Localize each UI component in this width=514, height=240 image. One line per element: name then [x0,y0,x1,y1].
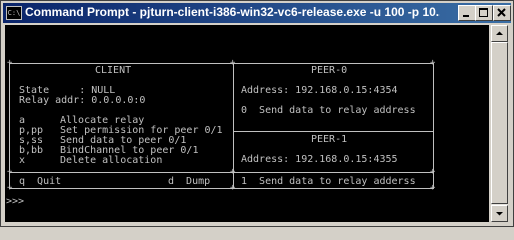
peer0-header: PEER-0 [311,65,348,76]
close-icon [497,8,506,17]
corner-mark: + [7,183,13,193]
arrow-up-icon [496,31,503,35]
scroll-up-button[interactable] [491,25,508,42]
corner-mark: + [230,58,236,68]
close-button[interactable] [493,5,511,21]
corner-mark: + [430,167,436,177]
peer0-address: Address: 192.168.0.15:4354 [241,85,398,96]
peer0-action: 0 Send data to relay address [241,105,416,116]
frame-top-border [9,63,433,64]
client-relay-addr: Relay addr: 0.0.0.0:0 [19,95,146,106]
peer1-action: 1 Send data to relay adderss [241,176,416,187]
dump-hint: d Dump [168,176,211,187]
console-output[interactable]: + + + + + + + + + CLIENT State : NULL Re… [5,25,489,222]
corner-mark: + [7,167,13,177]
corner-mark: + [230,167,236,177]
menu-key: x [19,155,26,166]
minimize-icon [463,15,469,17]
frame-middle-border [9,172,433,173]
peer-divider [233,131,433,132]
peer1-header: PEER-1 [311,134,348,145]
console-app-icon[interactable]: C:\ [6,6,22,20]
window-title: Command Prompt - pjturn-client-i386-win3… [25,5,440,19]
scroll-down-button[interactable] [491,205,508,222]
corner-mark: + [7,58,13,68]
arrow-down-icon [496,212,503,216]
vertical-scrollbar[interactable] [491,25,508,222]
corner-mark: + [230,183,236,193]
command-prompt[interactable]: >>> [6,197,24,207]
corner-mark: + [430,58,436,68]
menu-label: Delete allocation [60,155,163,166]
maximize-button[interactable] [475,5,493,21]
peer1-address: Address: 192.168.0.15:4355 [241,154,398,165]
client-header: CLIENT [95,65,132,76]
title-bar[interactable]: C:\ Command Prompt - pjturn-client-i386-… [3,3,511,23]
frame-bottom-border [9,188,433,189]
quit-hint: q Quit [19,176,62,187]
scroll-thumb[interactable] [491,42,508,204]
command-prompt-window: C:\ Command Prompt - pjturn-client-i386-… [0,0,514,227]
minimize-button[interactable] [458,5,476,21]
maximize-icon [479,8,488,17]
corner-mark: + [430,183,436,193]
